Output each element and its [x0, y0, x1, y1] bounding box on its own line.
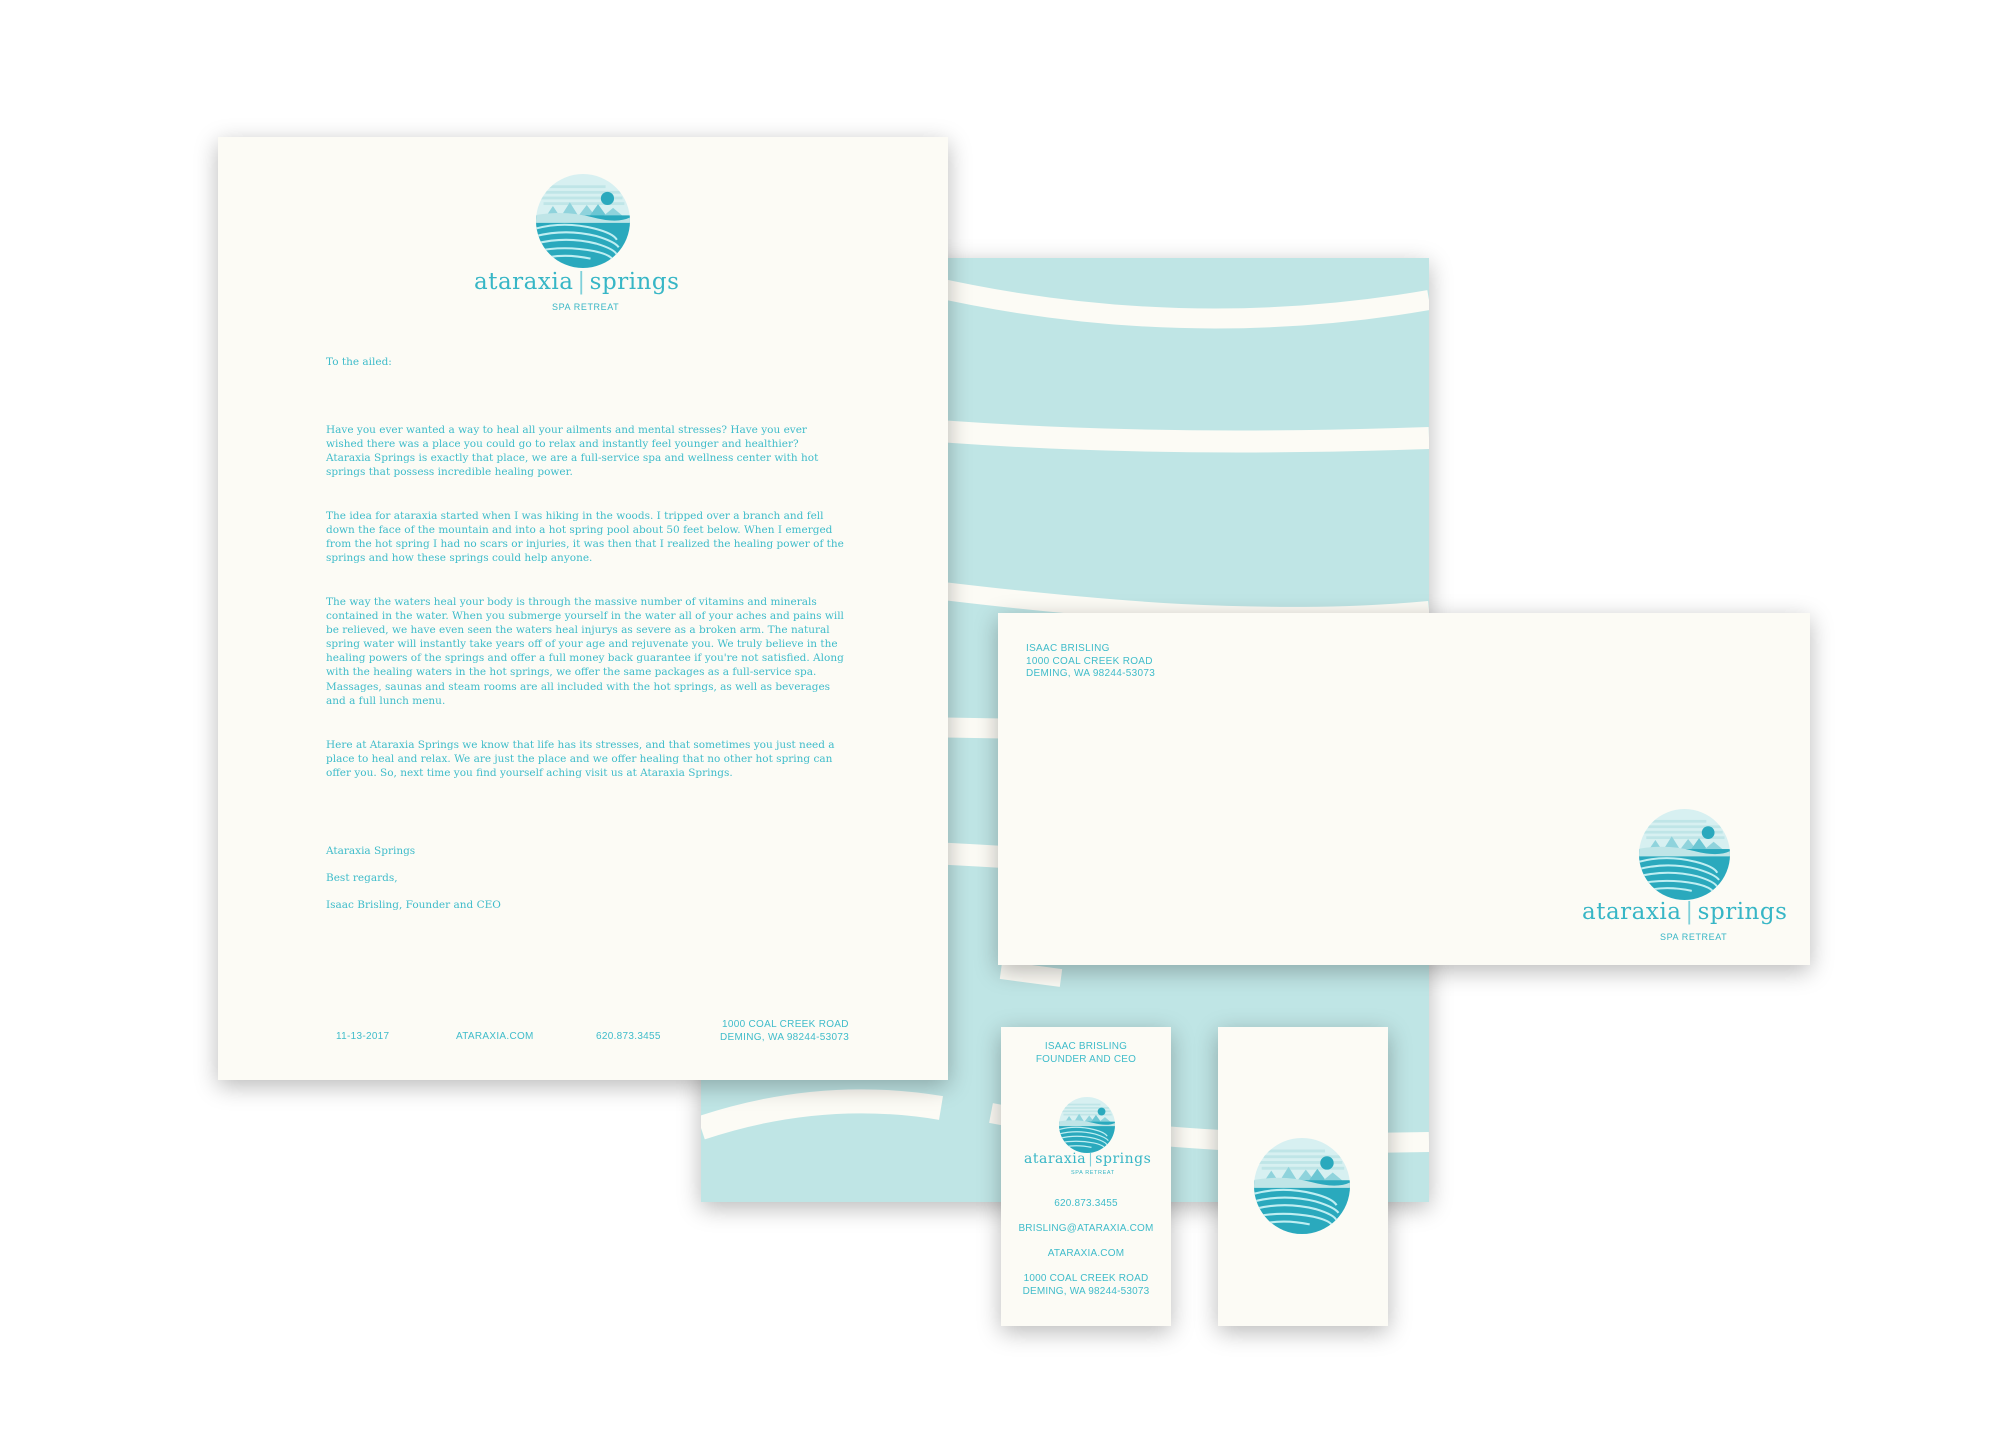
business-card-front: ISAAC BRISLING FOUNDER AND CEO ataraxia |… [1001, 1027, 1171, 1326]
card-name: ISAAC BRISLING [1044, 1041, 1128, 1052]
footer-website: ATARAXIA.COM [456, 1031, 534, 1042]
letter-paragraph: The idea for ataraxia started when I was… [326, 510, 844, 565]
ataraxia-springs-logo-icon [1254, 1138, 1350, 1234]
return-line1: 1000 COAL CREEK ROAD [1026, 655, 1153, 667]
envelope: ISAAC BRISLING 1000 COAL CREEK ROAD DEMI… [998, 613, 1810, 965]
ataraxia-springs-logo-icon [1639, 809, 1730, 900]
closing: Best regards, [326, 872, 398, 884]
signer: Isaac Brisling, Founder and CEO [326, 899, 501, 911]
brand-name-springs: springs [1095, 1151, 1152, 1167]
letterhead: ataraxia | springs SPA RETREAT To the aile… [218, 137, 948, 1080]
brand-name-ataraxia: ataraxia [1024, 1151, 1087, 1167]
return-line2: DEMING, WA 98244-53073 [1026, 668, 1156, 679]
closing-org: Ataraxia Springs [326, 845, 416, 857]
card-address-line2: DEMING, WA 98244-53073 [1022, 1286, 1150, 1297]
brand-divider: | [577, 269, 586, 295]
brand-tagline: SPA RETREAT [1660, 932, 1728, 942]
brand-name-ataraxia: ataraxia [474, 269, 574, 295]
card-email: BRISLING@ATARAXIA.COM [1018, 1223, 1154, 1234]
brand-name-springs: springs [589, 269, 680, 295]
card-address-line1: 1000 COAL CREEK ROAD [1023, 1273, 1149, 1284]
footer-date: 11-13-2017 [336, 1031, 390, 1042]
brand-wordmark: ataraxia | springs [1582, 899, 1787, 925]
brand-tagline: SPA RETREAT [1071, 1170, 1115, 1176]
brand-divider: | [1088, 1151, 1094, 1167]
business-card-back [1218, 1027, 1388, 1326]
letter-paragraph: Have you ever wanted a way to heal all y… [326, 424, 819, 479]
brand-name-ataraxia: ataraxia [1582, 899, 1682, 925]
brand-wordmark: ataraxia | springs [474, 269, 679, 295]
card-phone: 620.873.3455 [1054, 1198, 1118, 1209]
brand-divider: | [1685, 899, 1694, 925]
return-name: ISAAC BRISLING [1026, 643, 1110, 654]
footer-phone: 620.873.3455 [596, 1031, 661, 1042]
brand-tagline: SPA RETREAT [552, 302, 620, 312]
ataraxia-springs-logo-icon [1059, 1097, 1115, 1153]
footer-address-line1: 1000 COAL CREEK ROAD [722, 1019, 849, 1030]
card-title: FOUNDER AND CEO [1035, 1054, 1137, 1065]
ataraxia-springs-logo-icon [536, 174, 630, 268]
letter-paragraph: The way the waters heal your body is thr… [326, 596, 844, 707]
letter-paragraph: Here at Ataraxia Springs we know that li… [326, 739, 835, 780]
brand-wordmark: ataraxia | springs [1024, 1151, 1151, 1167]
letter-salutation: To the ailed: [326, 356, 392, 368]
return-address: ISAAC BRISLING 1000 COAL CREEK ROAD DEMI… [1026, 643, 1155, 681]
footer-address-line2: DEMING, WA 98244-53073 [720, 1032, 850, 1043]
card-website: ATARAXIA.COM [1047, 1248, 1125, 1259]
brand-name-springs: springs [1697, 899, 1788, 925]
